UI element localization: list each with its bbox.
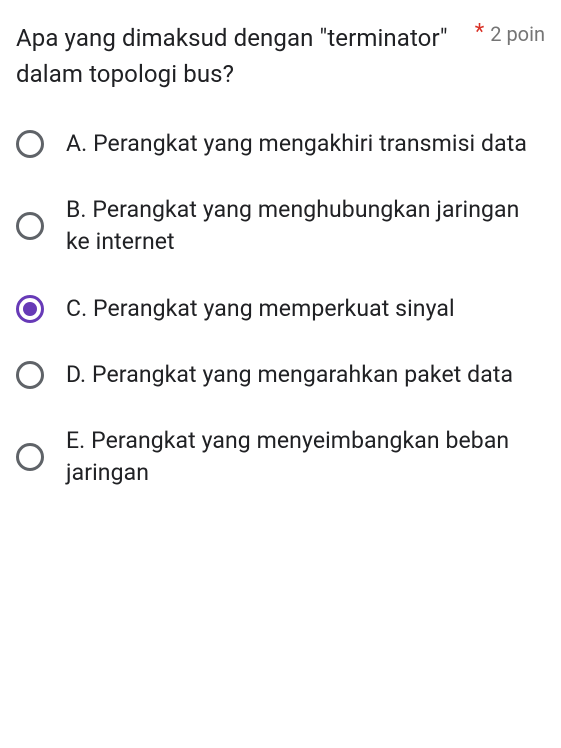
radio-icon [16,443,44,471]
option-label: A. Perangkat yang mengakhiri transmisi d… [66,128,527,160]
question-text: Apa yang dimaksud dengan "terminator" da… [16,20,465,92]
options-group: A. Perangkat yang mengakhiri transmisi d… [16,128,545,489]
option-label: E. Perangkat yang menyeimbangkan beban j… [66,425,545,489]
option-c[interactable]: C. Perangkat yang memperkuat sinyal [16,293,545,325]
radio-icon [16,130,44,158]
option-label: D. Perangkat yang mengarahkan paket data [66,359,513,391]
radio-icon [16,361,44,389]
radio-icon-selected [16,295,44,323]
option-e[interactable]: E. Perangkat yang menyeimbangkan beban j… [16,425,545,489]
points-label: 2 poin [490,22,545,46]
question-header: Apa yang dimaksud dengan "terminator" da… [16,20,545,92]
option-d[interactable]: D. Perangkat yang mengarahkan paket data [16,359,545,391]
option-label: B. Perangkat yang menghubungkan jaringan… [66,194,545,258]
required-asterisk: * [475,22,484,44]
option-label: C. Perangkat yang memperkuat sinyal [66,293,455,325]
option-b[interactable]: B. Perangkat yang menghubungkan jaringan… [16,194,545,258]
radio-icon [16,212,44,240]
question-meta: * 2 poin [475,22,545,46]
option-a[interactable]: A. Perangkat yang mengakhiri transmisi d… [16,128,545,160]
